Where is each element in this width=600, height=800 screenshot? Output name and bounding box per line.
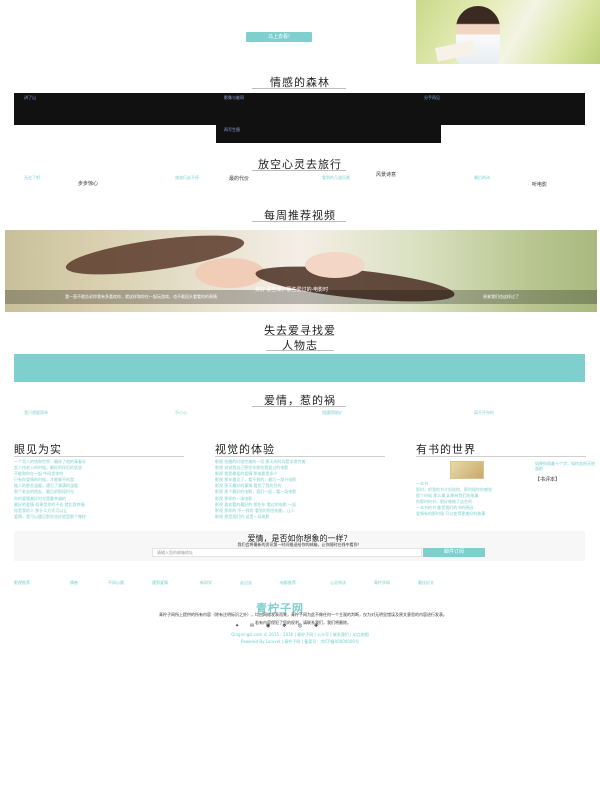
qq-icon[interactable]: ◉ [266,623,270,629]
seek-teal-band [14,354,585,382]
subscribe-button[interactable]: 邮件订阅 [423,548,485,557]
column-2-list: 影视 拍摄的时候完美的一切 那天的时间是非常完美 影视 说说我自己那些年那些我爱… [215,459,403,520]
column-1-rule [14,456,184,457]
travel-item-2[interactable]: 旅途行走不停 [175,175,199,181]
travel-dark-4[interactable]: 听电影 [532,181,547,188]
forest-title-rule [252,88,346,89]
column-3-list: 一本书 那时，把我的书介绍给你，那时候你的感觉 那个时候 那么美 如果有我们的故… [416,481,598,518]
love-link-2[interactable]: 不小心 [175,410,187,416]
footer-disclaimer-2: 若有内容侵犯了您的权利，请联系我们，我们将删除。 [255,620,351,625]
banner-figure-face-2 [305,252,365,278]
video-title-rule [252,221,346,222]
column-3-title: 有书的世界 [416,443,476,456]
subscribe-email-input[interactable]: 请输入您的邮箱地址 [152,548,422,557]
footer-nav-link[interactable]: 情感 [70,580,78,586]
column-2-item[interactable]: 影视 那是我们的 这是一场电影 [215,514,403,520]
banner-caption-line-1: 我一直不敢告诉你我有多喜欢你，就这样和你在一起玩游戏，也不敢回头看看你的表情 [65,294,217,299]
rss-icon[interactable]: ◎ [298,623,302,629]
seek-subtitle-rule [266,350,334,351]
footer-powered: Powered By Laravel | 青柠子网 | 备案号：京ICP备000… [241,639,359,644]
forest-label-3[interactable]: 分手再见 [424,95,440,101]
hero-cta-button[interactable]: 马上去看! [246,32,312,42]
forest-band: 讲了山 影像与能同 分手再见 [14,93,585,125]
travel-dark-2[interactable]: 最的代价 [229,175,249,182]
love-link-4[interactable]: 离不开你的 [474,410,494,416]
forest-label-2[interactable]: 影像与能同 [224,95,244,101]
banner-figure-face-1 [195,258,265,288]
travel-title-rule [252,170,346,171]
weibo-icon[interactable]: ✦ [235,623,239,629]
footer-nav-link[interactable]: 不同心跳 [108,580,124,586]
book-caption[interactable]: 如果你再美十个字，如何去的天地面前 [535,461,597,471]
column-3-rule [416,456,586,457]
column-1-title: 眼见为实 [14,443,62,456]
footer-disclaimer: 青柠子网所上提供的所有内容（除有注明标识之外），均由网络发表而来，青柠子网为此不… [159,612,447,617]
footer-nav-link[interactable]: 最佳好文 [418,580,434,586]
douban-icon[interactable]: ❖ [282,623,286,629]
seek-title-rule [266,335,334,336]
travel-item-4[interactable]: 最后的诗 [474,175,490,181]
footer-nav-link[interactable]: 电影推荐 [280,580,296,586]
love-title-rule [252,406,346,407]
video-banner[interactable]: 美好·那些年，那些爱过的·电影时 我一直不敢告诉你我有多喜欢你，就这样和你在一起… [5,230,597,312]
love-link-1[interactable]: 我只想要简单 [24,410,48,416]
travel-item-1[interactable]: 无论了吧 [24,175,40,181]
banner-caption-title: 美好·那些年，那些爱过的·电影时 [255,287,329,293]
banner-caption-line-2: 原来我们也这样过了 [483,294,519,299]
column-2-title: 视觉的体验 [215,443,275,456]
travel-dark-3[interactable]: 风景诗意 [376,171,396,178]
hero-photo [416,0,600,64]
love-link-3[interactable]: 相遇得刚好 [322,410,342,416]
travel-dark-1[interactable]: 步步惊心 [78,180,98,187]
footer-nav-link[interactable]: 青柠学网 [374,580,390,586]
wechat-icon[interactable]: ✉ [250,623,254,629]
forest-sub-band: 再写生图 [216,125,441,143]
column-3-item[interactable]: 爱情有的那时候 可以变得更美好的故事 [416,511,598,517]
book-cover-image[interactable] [450,461,484,479]
footer-copyright: Qingningzi.com © 2015 - 2016 | 青柠子网 | 公众… [231,632,369,637]
footer-nav-link[interactable]: 遇到爱情 [152,580,168,586]
banner-caption: 美好·那些年，那些爱过的·电影时 我一直不敢告诉你我有多喜欢你，就这样和你在一起… [5,287,597,304]
forest-label-1[interactable]: 讲了山 [24,95,36,101]
mail-icon[interactable]: ✚ [314,623,318,629]
column-1-list: 一个男人的钱和世界，最终了他的青春年 女人找老公的时候，最好的伴侣的状态 不能和… [14,459,194,520]
column-1-item[interactable]: 爱情，就可以遇见那些花好就是那个哪样 [14,514,194,520]
footer-logo[interactable]: 青柠子网 [256,600,344,615]
column-2-rule [215,456,385,457]
subscribe-panel: 爱情，是否如你想象的一样？ 我们会将最新的资讯第一时间推送给你的邮箱，让你随时在… [14,531,585,561]
footer-nav-link[interactable]: 心灵鸡汤 [330,580,346,586]
footer-nav-link[interactable]: 新同学 [200,580,212,586]
footer-nav-link[interactable]: 走过去 [240,580,252,586]
travel-item-3[interactable]: 看到的几道风景 [322,175,350,181]
forest-label-4[interactable]: 再写生图 [224,127,240,133]
footer-nav-link[interactable]: 影视推荐 [14,580,30,586]
